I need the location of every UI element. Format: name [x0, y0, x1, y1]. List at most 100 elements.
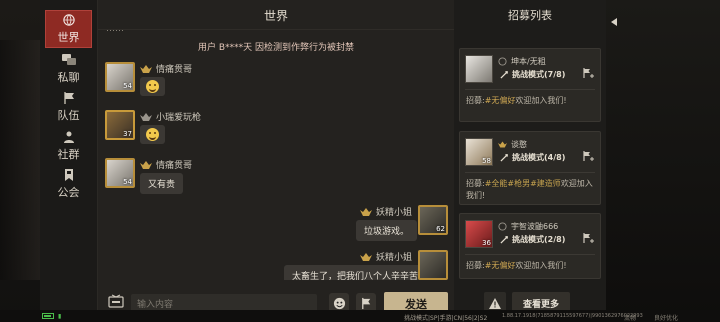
- sidebar-item-label: 队伍: [57, 108, 80, 122]
- sword-icon: [500, 236, 508, 244]
- card-divider: [465, 172, 595, 173]
- card-divider: [465, 254, 595, 255]
- desc-suffix: 欢迎加入我们!: [515, 261, 567, 270]
- message-bubble: 垃圾游戏。: [356, 220, 418, 241]
- network-status: 良好优化: [654, 315, 679, 322]
- sidebar-item-team[interactable]: 队伍: [45, 88, 92, 126]
- captain-name: 宇智波鼬666: [498, 221, 558, 232]
- join-team-icon[interactable]: [582, 150, 594, 162]
- desc-prefix: 招募:: [466, 261, 485, 270]
- recruit-card[interactable]: 36 宇智波鼬666 挑战模式(2/8) 招募:#无偏好欢迎加入我们!: [459, 213, 601, 279]
- laugh-emoji-icon: [146, 80, 159, 93]
- share-flag-icon: [361, 297, 370, 309]
- game-status-bar: ▮ 挑战模式|SP|手游|CN|56|2|S2 1.88.17.1918(718…: [0, 310, 720, 322]
- recruit-panel: 招募列表 坤本/无粗 挑战模式(7/8) 招募:#无偏好欢迎加入我们! 58 谈…: [454, 0, 606, 322]
- sidebar-item-community[interactable]: 社群: [45, 127, 92, 165]
- signal-icon: ▮: [58, 313, 62, 320]
- recruit-description: 招募:#无偏好欢迎加入我们!: [466, 260, 594, 272]
- team-mode-text: 挑战模式(2/8): [512, 235, 566, 244]
- join-team-icon[interactable]: [582, 67, 594, 79]
- rank-badge-icon: [498, 57, 507, 66]
- game-shadow: [0, 40, 40, 280]
- level-badge: 36: [482, 239, 491, 247]
- game-background-left: [0, 0, 40, 322]
- avatar: [465, 55, 493, 83]
- captain-name-text: 宇智波鼬666: [511, 222, 559, 231]
- sender-name-text: 情痛贯哥: [156, 161, 193, 171]
- captain-name-text: 谈憨: [511, 140, 527, 149]
- chat-message-list[interactable]: …… 用户 B****天 因检测到作弊行为被封禁 54 情痛贯哥 37 小瑞爱玩…: [98, 30, 454, 280]
- sender-name: 妖精小姐: [360, 250, 412, 263]
- chat-channel-sidebar: 世界 私聊 队伍 社群 公会: [40, 0, 98, 322]
- level-badge: 62: [436, 225, 445, 233]
- sender-name-text: 妖精小姐: [376, 253, 413, 263]
- team-mode-text: 挑战模式(4/8): [512, 153, 566, 162]
- rank-badge-icon: [498, 222, 507, 231]
- avatar: 36: [465, 220, 493, 248]
- sidebar-item-guild[interactable]: 公会: [45, 165, 92, 203]
- level-badge: 37: [123, 130, 132, 138]
- system-message: 用户 B****天 因检测到作弊行为被封禁: [198, 43, 354, 53]
- world-chat-title: 世界: [98, 0, 454, 30]
- keyboard-switch-icon[interactable]: [108, 294, 124, 308]
- recruit-card[interactable]: 坤本/无粗 挑战模式(7/8) 招募:#无偏好欢迎加入我们!: [459, 48, 601, 122]
- sword-icon: [500, 154, 508, 162]
- chat-bubbles-icon: [61, 53, 76, 65]
- sidebar-item-label: 世界: [57, 30, 80, 44]
- recruit-description: 招募:#无偏好欢迎加入我们!: [466, 95, 594, 107]
- sidebar-item-label: 社群: [57, 147, 80, 161]
- avatar[interactable]: 54: [105, 158, 135, 188]
- rank-badge-icon: [498, 141, 507, 148]
- team-mode-text: 挑战模式(7/8): [512, 70, 566, 79]
- level-badge: 54: [123, 178, 132, 186]
- sidebar-item-world[interactable]: 世界: [45, 10, 92, 48]
- fps-status: 流畅: [624, 315, 637, 322]
- world-chat-panel: 世界 …… 用户 B****天 因检测到作弊行为被封禁 54 情痛贯哥 37 小…: [98, 0, 454, 322]
- sender-name-text: 妖精小姐: [376, 208, 413, 218]
- rank-badge-icon: [360, 207, 372, 216]
- partial-message: ……: [106, 30, 124, 34]
- rank-badge-icon: [140, 112, 152, 121]
- globe-icon: [62, 13, 75, 26]
- user-group-icon: [63, 131, 74, 143]
- battery-icon: [42, 313, 54, 319]
- desc-tags: #全能#枪男#建造师: [484, 179, 561, 188]
- captain-name: 坤本/无粗: [498, 56, 546, 67]
- message-bubble: 又有贵: [140, 173, 184, 194]
- card-divider: [465, 89, 595, 90]
- message-bubble: [140, 77, 165, 96]
- captain-name: 谈憨: [498, 139, 527, 150]
- captain-name-text: 坤本/无粗: [511, 57, 546, 66]
- smiley-icon: [333, 297, 345, 309]
- team-mode: 挑战模式(2/8): [500, 234, 565, 245]
- avatar[interactable]: [418, 250, 448, 280]
- recruit-card[interactable]: 58 谈憨 挑战模式(4/8) 招募:#全能#枪男#建造师欢迎加入我们!: [459, 131, 601, 205]
- sender-name-text: 情痛贯哥: [156, 65, 193, 75]
- desc-tags: #无偏好: [484, 261, 516, 270]
- avatar[interactable]: 54: [105, 62, 135, 92]
- desc-suffix: 欢迎加入我们!: [515, 96, 567, 105]
- message-bubble: [140, 125, 165, 144]
- rank-badge-icon: [360, 252, 372, 261]
- warning-icon: [489, 297, 501, 309]
- sender-name: 小瑞爱玩枪: [140, 110, 201, 123]
- collapse-panel-button[interactable]: [606, 12, 622, 32]
- avatar[interactable]: 62: [418, 205, 448, 235]
- guild-banner-icon: [64, 168, 73, 181]
- rank-badge-icon: [140, 160, 152, 169]
- message-bubble: 太畜生了，把我们八个人辛辛苦: [284, 265, 427, 280]
- sidebar-item-private[interactable]: 私聊: [45, 50, 92, 88]
- desc-tags: #无偏好: [484, 96, 516, 105]
- sender-name: 妖精小姐: [360, 205, 412, 218]
- avatar[interactable]: 37: [105, 110, 135, 140]
- team-mode: 挑战模式(4/8): [500, 152, 565, 163]
- mode-info: 挑战模式|SP|手游|CN|56|2|S2: [404, 315, 488, 322]
- avatar: 58: [465, 138, 493, 166]
- sword-icon: [500, 71, 508, 79]
- sidebar-item-label: 公会: [57, 185, 80, 199]
- level-badge: 58: [482, 157, 491, 165]
- laugh-emoji-icon: [146, 128, 159, 141]
- join-team-icon[interactable]: [582, 232, 594, 244]
- sidebar-item-label: 私聊: [57, 70, 80, 84]
- sender-name-text: 小瑞爱玩枪: [156, 113, 202, 123]
